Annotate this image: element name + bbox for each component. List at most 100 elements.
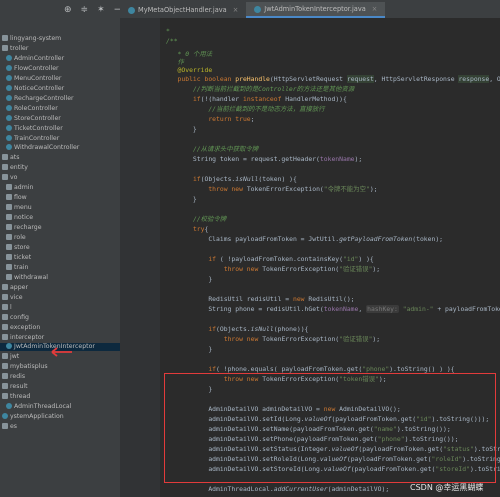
tree-item-label: ystemApplication — [10, 413, 64, 421]
tree-item[interactable]: RechargeController — [0, 94, 74, 103]
tree-item[interactable]: lingyang-system — [0, 35, 61, 43]
folder-icon — [2, 353, 8, 360]
code-line: throw new TokenErrorException("验证错误"); — [223, 335, 381, 343]
tree-item-label: StoreController — [14, 114, 61, 122]
tree-item-label: jwt — [10, 353, 20, 361]
folder-icon — [2, 423, 8, 430]
code-line: public boolean preHandle(HttpServletRequ… — [177, 75, 500, 83]
class-icon — [6, 134, 12, 141]
tree-item[interactable]: admin — [0, 184, 33, 192]
globe-icon[interactable]: ⊕ — [64, 5, 72, 15]
tree-item[interactable]: train — [0, 263, 28, 272]
tree-item-label: l — [10, 303, 12, 311]
tree-item[interactable]: ats — [0, 154, 19, 162]
java-class-icon — [128, 6, 135, 14]
tree-item-label: troller — [10, 44, 29, 52]
class-icon — [6, 54, 12, 61]
tree-item[interactable]: apper — [0, 283, 28, 292]
tree-item[interactable]: StoreController — [0, 114, 61, 123]
tab-0[interactable]: MyMetaObjectHandler.java × — [120, 2, 246, 18]
tree-item[interactable]: exception — [0, 323, 40, 332]
tree-item-label: vo — [10, 174, 18, 182]
close-icon[interactable]: × — [233, 2, 239, 18]
code-line: try{ — [192, 225, 209, 233]
collapse-all-icon[interactable]: ≑ — [81, 5, 89, 15]
class-icon — [6, 144, 12, 151]
tree-item[interactable]: AdminThreadLocal — [0, 403, 71, 411]
tree-item-label: interceptor — [10, 333, 45, 341]
tree-item[interactable]: redis — [0, 373, 25, 381]
tree-item[interactable]: jwt — [0, 353, 19, 361]
folder-icon — [6, 234, 12, 240]
folder-icon — [2, 363, 8, 370]
tree-item[interactable]: flow — [0, 194, 27, 202]
folder-icon — [6, 243, 12, 250]
tree-item[interactable]: FlowController — [0, 64, 59, 73]
tree-item[interactable]: vice — [0, 293, 23, 302]
code-line: //当前拦截到的不是动态方法，直接放行 — [208, 105, 325, 113]
tree-item[interactable]: mybatisplus — [0, 363, 48, 371]
code-line: throw new TokenErrorException("验证错误"); — [223, 265, 381, 273]
tree-item[interactable]: withdrawal — [0, 273, 48, 282]
folder-icon — [2, 383, 8, 390]
tree-item[interactable]: l — [0, 303, 12, 312]
tree-item-label: notice — [14, 214, 34, 222]
class-icon — [6, 74, 12, 81]
tree-item[interactable]: RoleController — [0, 104, 58, 113]
tree-item-label: ats — [10, 154, 20, 162]
tree-item[interactable]: interceptor — [0, 333, 45, 342]
tab-label: JwtAdminTokenInterceptor.java — [264, 5, 366, 13]
folder-icon — [2, 333, 8, 340]
tree-item[interactable]: vo — [0, 174, 17, 182]
tree-item[interactable]: TicketController — [0, 124, 63, 133]
project-toolbar: ⊕ ≑ ✶ − — [0, 0, 120, 20]
code-line: RedisUtil redisUtil = new RedisUtil(); — [166, 295, 355, 303]
tree-item[interactable]: ticket — [0, 253, 31, 262]
folder-icon — [2, 393, 8, 400]
tree-item-label: MenuController — [14, 74, 62, 82]
tree-item-label: AdminThreadLocal — [14, 403, 72, 411]
tree-item[interactable]: entity — [0, 164, 28, 172]
tree-item-label: RoleController — [14, 104, 58, 112]
tree-item[interactable]: store — [0, 243, 30, 252]
tree-item-label: redis — [10, 373, 26, 381]
folder-icon — [6, 214, 12, 221]
code-line: } — [166, 345, 213, 353]
tree-item[interactable]: role — [0, 234, 26, 242]
tree-item-label: role — [14, 234, 26, 241]
tree-item[interactable]: NoticeController — [0, 84, 64, 93]
tree-item[interactable]: menu — [0, 204, 32, 212]
expand-icon[interactable]: ✶ — [97, 5, 105, 15]
code-line: if ( !payloadFromToken.containsKey("id")… — [208, 255, 374, 263]
tree-item[interactable]: TrainController — [0, 134, 59, 143]
tree-item-label: lingyang-system — [10, 35, 62, 42]
tree-item-label: FlowController — [14, 64, 59, 72]
tree-item[interactable]: notice — [0, 214, 33, 222]
highlight-box-annotation — [164, 373, 496, 483]
tree-item-label: WithdrawalController — [14, 144, 80, 152]
tree-item[interactable]: thread — [0, 393, 30, 401]
tree-item[interactable]: config — [0, 313, 29, 322]
project-tree-panel: ⊕ ≑ ✶ − lingyang-system troller AdminContr… — [0, 0, 121, 497]
folder-icon — [6, 184, 12, 191]
code-line: String phone = redisUtil.hGet(tokenName,… — [166, 305, 500, 313]
tree-item[interactable]: es — [0, 423, 17, 431]
folder-icon — [2, 154, 8, 161]
line-gutter — [120, 18, 160, 497]
tree-item[interactable]: WithdrawalController — [0, 144, 79, 152]
class-icon — [6, 343, 12, 350]
tree-item[interactable]: result — [0, 383, 28, 391]
code-line: return true; — [208, 115, 255, 123]
code-line: if(Objects.isNull(phone)){ — [208, 325, 309, 333]
tree-item[interactable]: AdminController — [0, 54, 65, 63]
tree-item-label: AdminController — [14, 54, 65, 62]
tree-item[interactable]: troller — [0, 44, 29, 53]
tree-item[interactable]: ystemApplication — [0, 413, 64, 421]
code-line: /** — [166, 37, 178, 45]
tree-item[interactable]: recharge — [0, 224, 42, 232]
tab-1[interactable]: JwtAdminTokenInterceptor.java × — [246, 1, 386, 18]
tree-item[interactable]: MenuController — [0, 74, 62, 83]
folder-icon — [2, 283, 8, 290]
tree-item-label: mybatisplus — [10, 363, 48, 371]
close-icon[interactable]: × — [372, 1, 378, 17]
